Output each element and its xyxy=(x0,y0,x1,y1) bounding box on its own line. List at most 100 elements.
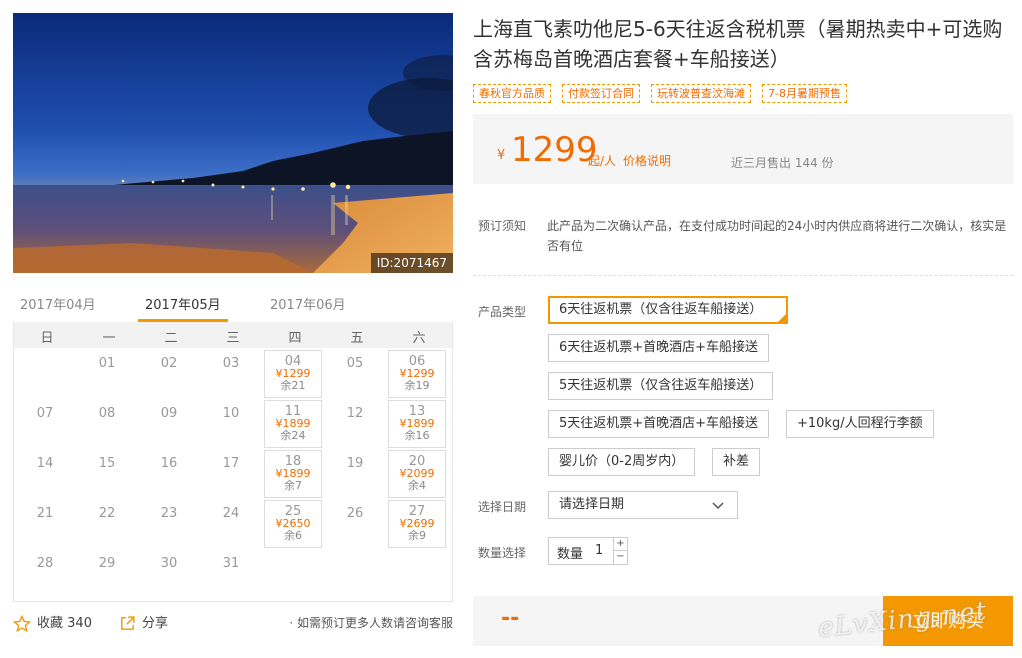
quantity-inner-label: 数量 xyxy=(557,547,584,562)
tag-badge: 春秋官方品质 xyxy=(473,84,551,103)
calendar-day: 31 xyxy=(202,550,260,598)
day-number: 14 xyxy=(36,456,54,471)
quantity-label: 数量选择 xyxy=(478,546,527,560)
photo-id-label: ID:2071467 xyxy=(370,253,453,273)
calendar-day: 23 xyxy=(140,500,198,548)
day-number: 22 xyxy=(98,506,116,521)
quantity-decrease-button[interactable]: − xyxy=(613,551,627,564)
day-number: 15 xyxy=(98,456,116,471)
tag-badge: 付款签订合同 xyxy=(562,84,640,103)
month-tabs: 2017年04月 2017年05月 2017年06月 xyxy=(13,288,453,322)
calendar-day: 08 xyxy=(78,400,136,448)
product-type-label: 产品类型 xyxy=(478,305,527,319)
calendar-day: 07 xyxy=(16,400,74,448)
quantity-stepper: 数量 1 + − xyxy=(548,537,628,565)
day-number: 02 xyxy=(160,356,178,371)
share-icon xyxy=(121,616,135,630)
calendar-day: 05 xyxy=(326,350,384,398)
day-number: 17 xyxy=(222,456,240,471)
weekday-label: 六 xyxy=(412,331,426,346)
currency-symbol: ¥ xyxy=(497,148,506,163)
calendar-day[interactable]: 18 ¥1899 余7 xyxy=(264,450,322,498)
option-price-difference[interactable]: 补差 xyxy=(712,448,761,476)
calendar-day: 01 xyxy=(78,350,136,398)
day-remaining: 余19 xyxy=(404,379,430,392)
calendar-day: 15 xyxy=(78,450,136,498)
weekday-label: 三 xyxy=(226,331,240,346)
day-remaining: 余4 xyxy=(408,479,426,492)
quantity-increase-button[interactable]: + xyxy=(613,538,627,551)
calendar-day: 26 xyxy=(326,500,384,548)
buy-bar: -- 立即购买 xyxy=(473,596,1013,646)
weekday-label: 五 xyxy=(350,331,364,346)
option-6day-flight-only[interactable]: 6天往返机票（仅含往返车船接送） xyxy=(548,296,788,324)
buy-now-button[interactable]: 立即购买 xyxy=(883,596,1013,646)
calendar-day: 22 xyxy=(78,500,136,548)
notice-label: 预订须知 xyxy=(478,219,527,233)
share-button[interactable]: 分享 xyxy=(119,612,168,632)
weekday-label: 四 xyxy=(288,331,302,346)
day-remaining: 余7 xyxy=(284,479,302,492)
day-number: 07 xyxy=(36,406,54,421)
price-box: ¥ 1299 起/人 价格说明 近三月售出 144 份 xyxy=(473,114,1013,184)
favorite-label: 收藏 xyxy=(37,616,64,631)
day-remaining: 余21 xyxy=(280,379,306,392)
quantity-value[interactable]: 1 xyxy=(595,543,603,558)
calendar-day[interactable]: 11 ¥1899 余24 xyxy=(264,400,322,448)
calendar-day: 09 xyxy=(140,400,198,448)
price-explain-link[interactable]: 价格说明 xyxy=(623,152,671,169)
day-number: 21 xyxy=(36,506,54,521)
tab-month-next[interactable]: 2017年06月 xyxy=(270,294,346,313)
option-5day-hotel[interactable]: 5天往返机票+首晚酒店+车船接送 xyxy=(548,410,770,438)
day-number: 31 xyxy=(222,556,240,571)
tab-month-prev[interactable]: 2017年04月 xyxy=(20,294,96,313)
weekday-label: 一 xyxy=(102,331,116,346)
option-6day-hotel[interactable]: 6天往返机票+首晚酒店+车船接送 xyxy=(548,334,770,362)
day-number: 24 xyxy=(222,506,240,521)
calendar-day: 03 xyxy=(202,350,260,398)
favorite-count: 340 xyxy=(67,616,92,631)
weekday-label: 二 xyxy=(164,331,178,346)
tab-month-current[interactable]: 2017年05月 xyxy=(145,294,221,313)
action-bar: 收藏 340 分享 · 如需预订更多人数请咨询客服 xyxy=(13,612,453,634)
option-extra-luggage[interactable]: +10kg/人回程行李额 xyxy=(786,410,934,438)
day-number: 12 xyxy=(346,406,364,421)
day-number: 08 xyxy=(98,406,116,421)
date-select-label: 选择日期 xyxy=(478,500,527,514)
calendar-empty-cell xyxy=(16,350,74,398)
day-number: 19 xyxy=(346,456,364,471)
day-number: 10 xyxy=(222,406,240,421)
weekday-label: 日 xyxy=(40,331,54,346)
calendar-day: 29 xyxy=(78,550,136,598)
option-5day-flight-only[interactable]: 5天往返机票（仅含往返车船接送） xyxy=(548,372,774,400)
calendar-day[interactable]: 06 ¥1299 余19 xyxy=(388,350,446,398)
calendar-day: 14 xyxy=(16,450,74,498)
calendar-day: 10 xyxy=(202,400,260,448)
day-number: 03 xyxy=(222,356,240,371)
calendar-day: 02 xyxy=(140,350,198,398)
day-remaining: 余6 xyxy=(284,529,302,542)
sold-count: 近三月售出 144 份 xyxy=(731,156,834,170)
day-remaining: 余16 xyxy=(404,429,430,442)
day-remaining: 余24 xyxy=(280,429,306,442)
calendar-day: 28 xyxy=(16,550,74,598)
calendar-day[interactable]: 04 ¥1299 余21 xyxy=(264,350,322,398)
calendar-day[interactable]: 13 ¥1899 余16 xyxy=(388,400,446,448)
notice-text: 此产品为二次确认产品，在支付成功时间起的24小时内供应商将进行二次确认，核实是否… xyxy=(547,219,1007,253)
day-number: 29 xyxy=(98,556,116,571)
calendar-day: 12 xyxy=(326,400,384,448)
contact-service-note: · 如需预订更多人数请咨询客服 xyxy=(289,616,453,630)
calendar-day[interactable]: 27 ¥2699 余9 xyxy=(388,500,446,548)
price-calendar: 日 一 二 三 四 五 六 01 02 03 04 ¥1299 余21 05 06 ¥1299 余… xyxy=(13,322,453,602)
date-select[interactable]: 请选择日期 xyxy=(548,491,738,519)
day-number: 26 xyxy=(346,506,364,521)
total-price-placeholder: -- xyxy=(501,606,520,631)
calendar-day[interactable]: 20 ¥2099 余4 xyxy=(388,450,446,498)
favorite-button[interactable]: 收藏 340 xyxy=(13,612,92,633)
star-icon xyxy=(13,614,31,632)
option-infant-price[interactable]: 婴儿价（0-2周岁内） xyxy=(548,448,696,476)
calendar-day[interactable]: 25 ¥2650 余6 xyxy=(264,500,322,548)
product-photo: ID:2071467 xyxy=(13,13,453,273)
weekday-header: 日 一 二 三 四 五 六 xyxy=(14,322,452,348)
price-amount: 1299 xyxy=(511,130,598,170)
